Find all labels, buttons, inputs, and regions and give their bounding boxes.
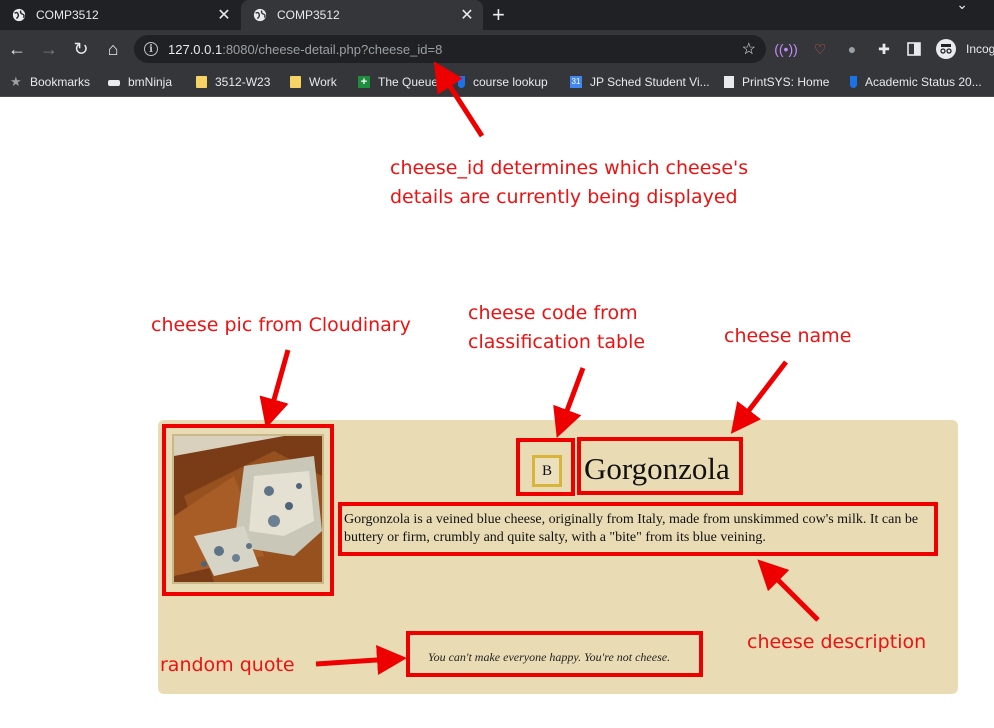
arrow-to-url xyxy=(433,61,485,138)
annotation-arrows xyxy=(259,61,820,675)
arrow-to-description xyxy=(757,559,820,622)
arrow-to-code xyxy=(553,367,586,439)
arrow-to-name xyxy=(730,360,788,434)
arrow-to-quote xyxy=(315,645,407,675)
arrow-to-pic xyxy=(259,349,291,429)
